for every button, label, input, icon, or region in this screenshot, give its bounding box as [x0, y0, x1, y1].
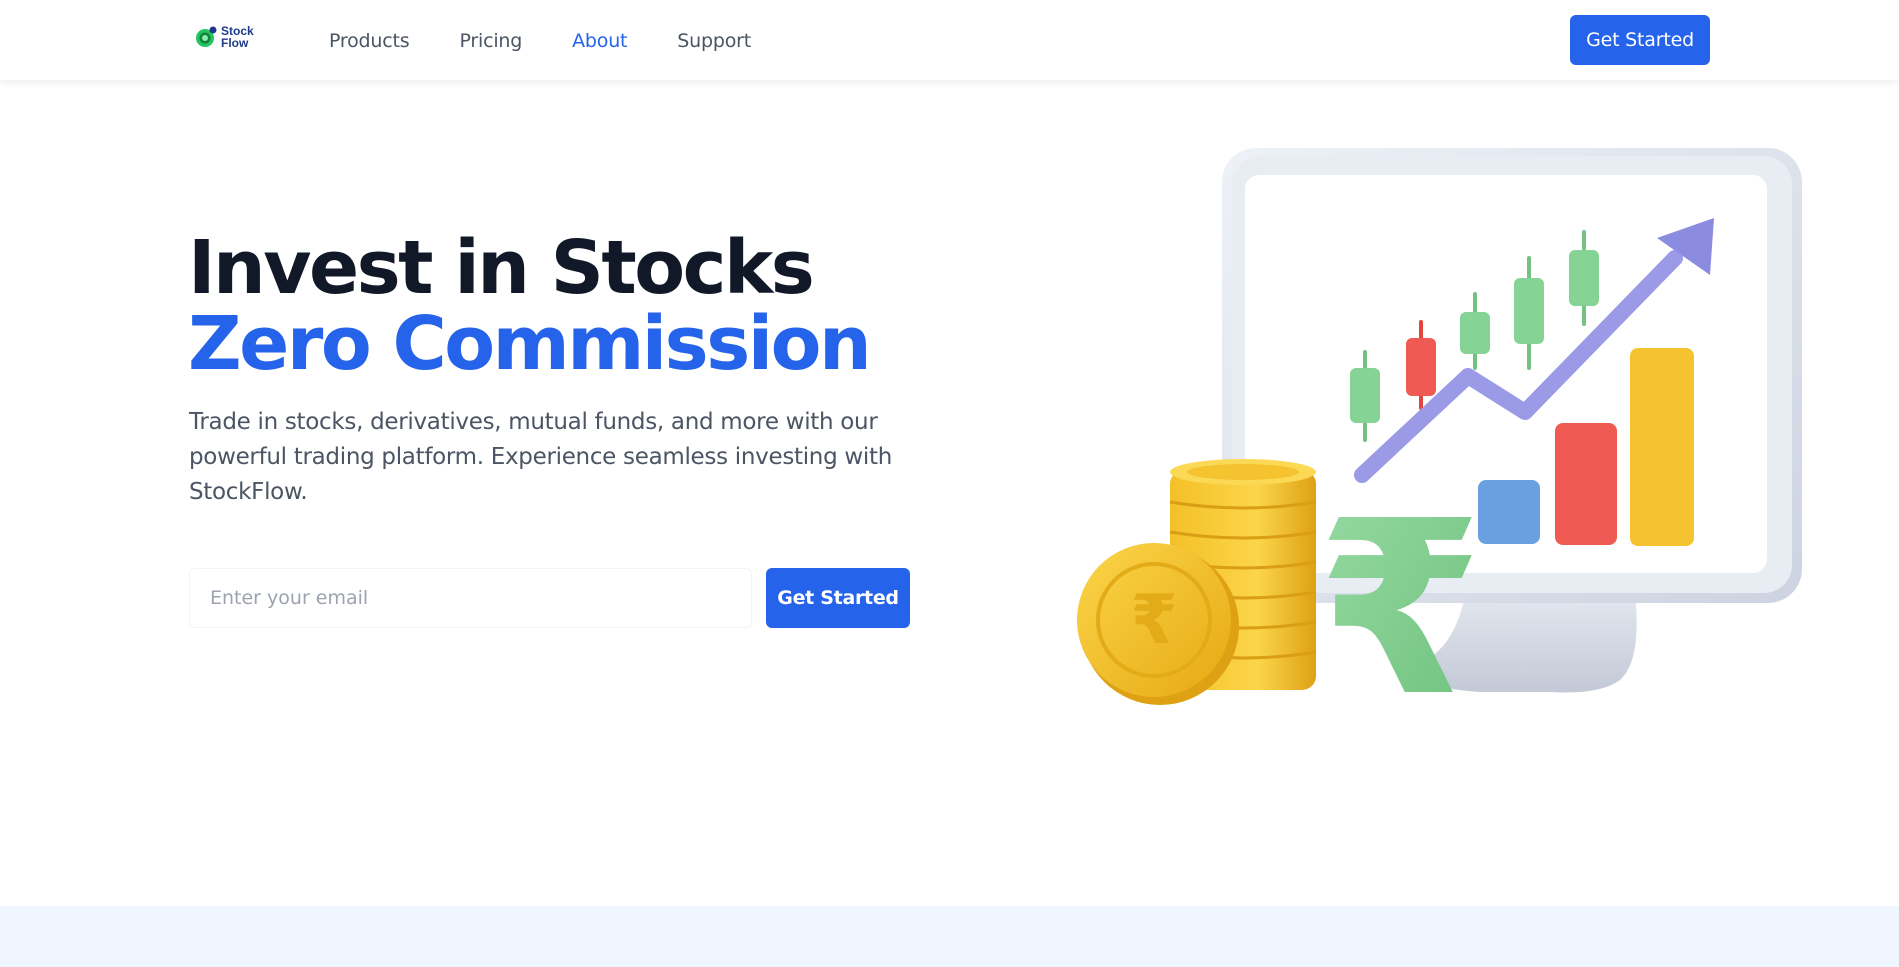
logo-wordmark: Stock Flow [221, 25, 254, 49]
nav-item-about[interactable]: About [572, 27, 627, 55]
stock-market-illustration: ₹ ₹ [1077, 148, 1802, 730]
hero-title-line-1: Invest in Stocks [188, 225, 815, 311]
top-navbar: Stock Flow Products Pricing About Suppor… [0, 0, 1899, 80]
email-signup-form: Get Started [189, 568, 910, 628]
nav-item-support[interactable]: Support [677, 27, 751, 55]
nav-item-products[interactable]: Products [329, 27, 410, 55]
email-input[interactable] [189, 568, 752, 628]
nav-links: Products Pricing About Support [329, 27, 751, 55]
nav-get-started-button[interactable]: Get Started [1570, 15, 1710, 65]
hero-title: Invest in Stocks Zero Commission [188, 225, 872, 387]
logo-icon [196, 26, 217, 47]
svg-text:₹: ₹ [1317, 469, 1484, 730]
rupee-symbol-icon: ₹ [1317, 469, 1484, 730]
nav-item-pricing[interactable]: Pricing [459, 27, 522, 55]
next-section-band [0, 906, 1899, 967]
hero-get-started-button[interactable]: Get Started [766, 568, 910, 628]
logo-line-2: Flow [221, 36, 249, 50]
stockflow-logo[interactable]: Stock Flow [194, 25, 254, 49]
hero-subtitle: Trade in stocks, derivatives, mutual fun… [189, 409, 892, 505]
hero-title-line-2: Zero Commission [188, 301, 872, 387]
svg-text:₹: ₹ [1130, 581, 1177, 660]
